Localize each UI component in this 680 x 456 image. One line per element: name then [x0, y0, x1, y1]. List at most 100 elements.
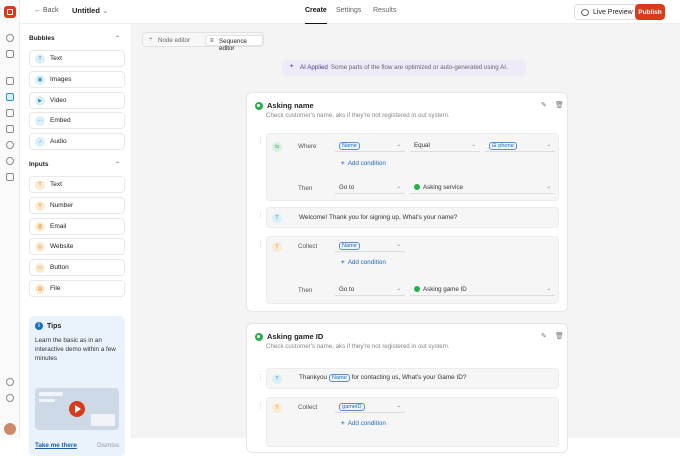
condition-field-select[interactable]: Name ⌄	[335, 139, 405, 152]
text-bubble-icon: T	[35, 54, 45, 64]
tips-body: Learn the basic as in an interactive dem…	[35, 337, 116, 362]
home-icon[interactable]	[6, 77, 14, 85]
trash-icon[interactable]: 🗑	[555, 101, 564, 109]
input-item-website[interactable]: ◎ Website	[29, 238, 125, 255]
embed-icon: ⋯	[35, 116, 45, 126]
edit-icon[interactable]: ✎	[541, 332, 547, 340]
document-icon[interactable]	[6, 125, 14, 133]
add-condition-label: Add condition	[347, 259, 386, 266]
blocks-sidebar: Bubbles ⌃ T Text ▣ Images ▶ Video ⋯ Embed ♪ Au…	[20, 24, 132, 456]
globe-icon: ◎	[35, 242, 45, 252]
card-title: Asking game ID	[255, 332, 323, 341]
chevron-down-icon: ⌄	[102, 9, 108, 15]
input-item-email[interactable]: @ Email	[29, 218, 125, 235]
text-input-icon: T	[272, 242, 282, 252]
add-condition-label: Add condition	[347, 160, 386, 167]
input-item-label: Website	[50, 243, 74, 250]
then-target-select[interactable]: Asking service ⌄	[410, 181, 555, 194]
then-action-select[interactable]: Go to ⌄	[335, 283, 405, 296]
take-me-there-link[interactable]: Take me there	[35, 442, 77, 449]
bubbles-section-title[interactable]: Bubbles ⌃	[29, 35, 123, 42]
add-condition-button[interactable]: + Add condition	[341, 160, 386, 167]
tab-results[interactable]: Results	[373, 7, 396, 14]
chart-icon[interactable]	[6, 141, 14, 149]
sun-icon[interactable]	[6, 157, 14, 165]
condition-operator-select[interactable]: Equal ⌄	[410, 139, 480, 152]
demo-video-thumbnail[interactable]	[35, 388, 119, 430]
back-button[interactable]: ← Back	[34, 7, 59, 14]
collect-label: Collect	[298, 404, 318, 411]
sequence-editor-tab[interactable]: ≡ Sequence editor	[205, 35, 263, 52]
bubble-item-audio[interactable]: ♪ Audio	[29, 133, 125, 150]
settings-icon[interactable]	[6, 378, 14, 386]
tips-header: i Tips	[35, 322, 119, 330]
bubble-item-label: Audio	[50, 138, 67, 145]
back-label: Back	[42, 7, 59, 14]
layers-icon[interactable]	[6, 50, 14, 58]
add-condition-button[interactable]: + Add condition	[341, 259, 386, 266]
dismiss-button[interactable]: Dismiss	[97, 442, 119, 449]
user-avatar[interactable]	[4, 423, 16, 435]
step-card-asking-game-id[interactable]: Asking game ID Check customer's name, ak…	[246, 323, 568, 453]
flows-icon[interactable]	[6, 93, 14, 101]
help-icon[interactable]	[6, 394, 14, 402]
chevron-up-icon: ⌃	[115, 36, 121, 42]
search-icon[interactable]	[6, 34, 14, 42]
inputs-section-title[interactable]: Inputs ⌃	[29, 161, 123, 168]
plus-icon: +	[341, 420, 345, 427]
image-icon: ▣	[35, 75, 45, 85]
tab-settings[interactable]: Settings	[336, 7, 361, 14]
thumbnail-line	[39, 392, 63, 396]
trash-icon[interactable]: 🗑	[555, 332, 564, 340]
play-icon[interactable]	[69, 401, 85, 417]
input-item-label: Text	[50, 181, 62, 188]
operator-text: Equal	[414, 142, 430, 149]
tab-create[interactable]: Create	[305, 7, 327, 24]
input-item-file[interactable]: ▤ File	[29, 280, 125, 297]
plus-icon: +	[341, 259, 345, 266]
then-label: Then	[298, 287, 313, 294]
collect-block: T Collect gameID ⌄ + Add condition	[266, 397, 559, 447]
variable-chip: Name	[339, 242, 360, 250]
then-target-text: Asking service	[423, 184, 463, 191]
input-item-number[interactable]: # Number	[29, 197, 125, 214]
then-target-select[interactable]: Asking game ID ⌄	[410, 283, 555, 296]
bubble-item-embed[interactable]: ⋯ Embed	[29, 112, 125, 129]
collect-variable-select[interactable]: gameID ⌄	[335, 400, 405, 413]
bubble-item-video[interactable]: ▶ Video	[29, 92, 125, 109]
step-card-asking-name[interactable]: Asking name Check customer's name, aks i…	[246, 92, 568, 312]
edit-icon[interactable]: ✎	[541, 101, 547, 109]
node-editor-tab[interactable]: ⑂ Node editor	[145, 35, 194, 46]
email-icon: @	[35, 222, 45, 232]
variable-chip: gameID	[339, 403, 365, 411]
then-action-text: Go to	[339, 286, 355, 293]
then-target-text: Asking game ID	[423, 286, 467, 293]
puzzle-icon[interactable]	[6, 173, 14, 181]
input-item-label: Number	[50, 202, 74, 209]
number-icon: #	[35, 201, 45, 211]
then-label: Then	[298, 185, 313, 192]
bubble-item-text[interactable]: T Text	[29, 50, 125, 67]
condition-icon: ⇆	[272, 142, 282, 152]
app-logo-icon[interactable]	[4, 6, 16, 18]
chevron-down-icon: ⌄	[396, 184, 401, 190]
chevron-down-icon: ⌄	[396, 242, 401, 248]
input-item-button[interactable]: ▭ Button	[29, 259, 125, 276]
plus-icon: +	[341, 160, 345, 167]
add-condition-button[interactable]: + Add condition	[341, 420, 386, 427]
megaphone-icon[interactable]	[6, 109, 14, 117]
message-block: T Thankyou Name for contacting us, What'…	[266, 368, 559, 389]
flow-title[interactable]: Untitled ⌄	[72, 6, 108, 15]
condition-value-select[interactable]: ⊟ phone ⌄	[485, 139, 555, 152]
then-action-select[interactable]: Go to ⌄	[335, 181, 405, 194]
publish-button[interactable]: Publish	[635, 4, 665, 20]
message-text: Thankyou Name for contacting us, What's …	[299, 374, 466, 382]
chevron-up-icon: ⌃	[115, 162, 121, 168]
add-condition-label: Add condition	[347, 420, 386, 427]
inputs-title-text: Inputs	[29, 161, 49, 168]
collect-variable-select[interactable]: Name ⌄	[335, 239, 405, 252]
variable-chip-text: phone	[498, 143, 514, 149]
bubble-item-images[interactable]: ▣ Images	[29, 71, 125, 88]
input-item-text[interactable]: T Text	[29, 176, 125, 193]
chevron-down-icon: ⌄	[471, 142, 476, 148]
